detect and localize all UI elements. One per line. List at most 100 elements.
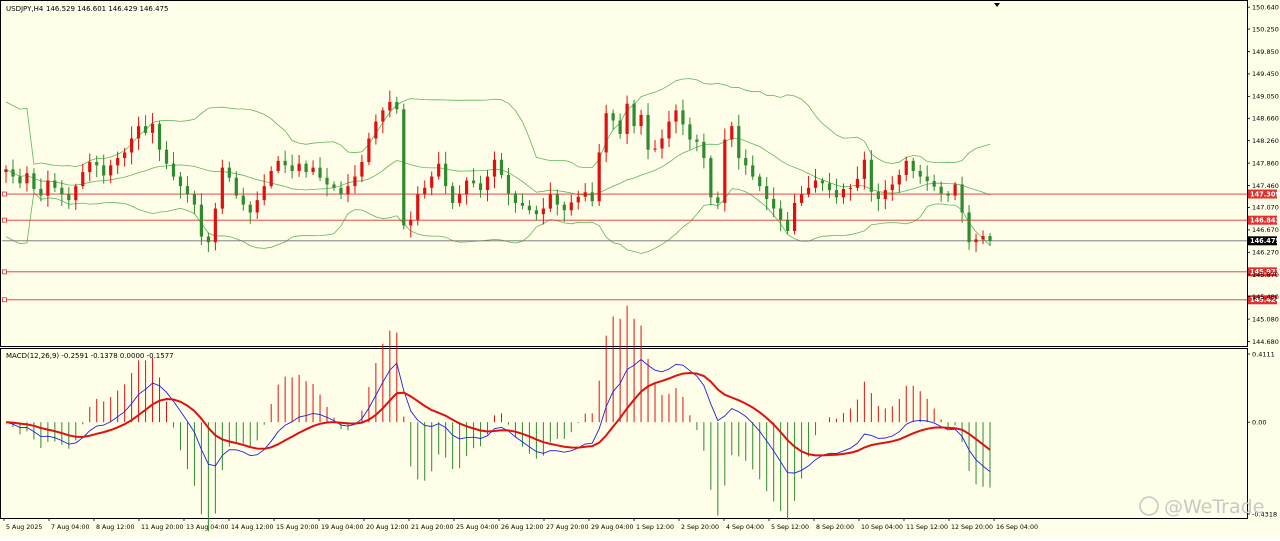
macd-panel <box>5 305 991 532</box>
candle-body <box>241 195 245 205</box>
candle-body <box>423 187 427 195</box>
candles <box>4 90 992 253</box>
candle-body <box>946 193 950 196</box>
candle-body <box>102 165 106 176</box>
candle-body <box>618 120 622 134</box>
candle-body <box>402 109 406 226</box>
candle-body <box>611 113 615 121</box>
candle-body <box>478 183 483 191</box>
candle-body <box>527 205 532 211</box>
candle-body <box>143 126 148 133</box>
price-level-handle <box>2 217 7 223</box>
candle-body <box>199 204 204 237</box>
chart-svg[interactable]: 147.309146.843145.922145.424146.475 150.… <box>0 0 1280 537</box>
candle-body <box>171 163 176 177</box>
watermark-logo: @WeTrade <box>1139 496 1264 518</box>
price-tick-label: 147.070 <box>1252 204 1279 212</box>
candle-body <box>562 204 566 211</box>
candle-body <box>960 184 964 213</box>
time-tick-label: 14 Aug 12:00 <box>231 524 273 531</box>
bollinger-lower <box>5 188 991 254</box>
candle-body <box>332 184 336 188</box>
candle-body <box>353 176 357 187</box>
chart-window[interactable]: 147.309 146.843 145.922 145.424 146.475 150.… <box>0 0 1280 537</box>
candle-body <box>297 163 301 171</box>
candle-body <box>897 174 901 185</box>
candle-body <box>220 167 224 209</box>
candle-body <box>625 103 629 134</box>
candle-body <box>862 159 866 179</box>
time-tick-label: 16 Sep 04:00 <box>996 524 1038 531</box>
candle-body <box>604 113 608 153</box>
candle-body <box>458 194 462 203</box>
candle-body <box>18 176 22 184</box>
candle-body <box>311 167 315 173</box>
candle-body <box>60 187 64 195</box>
candle-body <box>123 152 127 159</box>
candle-body <box>136 126 141 139</box>
candle-body <box>25 173 29 184</box>
time-tick-label: 25 Aug 04:00 <box>456 524 498 531</box>
price-tick-label: 150.640 <box>1252 3 1279 11</box>
candle-body <box>262 186 266 201</box>
candle-body <box>772 199 776 209</box>
candle-body <box>451 186 455 203</box>
candle-body <box>360 162 364 177</box>
candle-body <box>367 138 371 162</box>
symbol-header: USDJPY,H4 <box>6 5 44 13</box>
candle-body <box>388 101 392 111</box>
candle-body <box>374 121 378 139</box>
candle-body <box>799 194 804 203</box>
time-tick-label: 20 Aug 12:00 <box>366 524 408 531</box>
candle-body <box>53 180 57 188</box>
candle-body <box>744 158 748 166</box>
candle-body <box>276 160 280 171</box>
macd-tick-label: 0.00 <box>1252 418 1266 426</box>
candle-body <box>130 138 134 153</box>
candle-body <box>820 180 825 184</box>
candle-body <box>88 162 92 173</box>
price-levels: 147.309146.843145.922145.424146.475 <box>2 189 1280 305</box>
price-axis: 150.640 150.250 149.850 149.450 149.050 148.6… <box>1247 3 1279 346</box>
candle-body <box>255 200 259 213</box>
candle-body <box>32 173 36 189</box>
price-tick-label: 148.660 <box>1252 115 1279 123</box>
candle-body <box>192 194 197 205</box>
candle-body <box>409 219 413 226</box>
time-axis: 5 Aug 2025 7 Aug 04:00 8 Aug 12:00 11 Aug 2… <box>3 518 1038 531</box>
candle-body <box>806 187 811 195</box>
candle-body <box>758 176 762 187</box>
candle-body <box>751 165 755 177</box>
candle-body <box>46 180 50 196</box>
time-tick-label: 13 Aug 04:00 <box>186 524 228 531</box>
time-tick-label: 11 Aug 20:00 <box>141 524 183 531</box>
candle-body <box>674 110 678 122</box>
candle-body <box>953 184 957 196</box>
candle-body <box>485 176 490 191</box>
candle-body <box>4 169 8 173</box>
candle-body <box>444 163 448 187</box>
candle-body <box>813 180 818 188</box>
time-tick-label: 11 Sep 12:00 <box>906 524 948 531</box>
candle-body <box>723 139 727 203</box>
time-tick-label: 4 Sep 04:00 <box>726 524 764 531</box>
candle-body <box>583 192 587 197</box>
candle-body <box>730 126 734 140</box>
candle-body <box>248 204 252 213</box>
candle-body <box>471 180 476 184</box>
candle-body <box>779 208 783 220</box>
candle-body <box>904 160 908 175</box>
candle-body <box>765 186 769 200</box>
price-tick-label: 148.260 <box>1252 137 1279 145</box>
candle-body <box>74 186 78 201</box>
candle-body <box>716 197 720 203</box>
price-level-label: 146.843 <box>1250 217 1280 225</box>
candle-body <box>499 159 504 175</box>
time-tick-label: 1 Sep 12:00 <box>636 524 674 531</box>
candle-body <box>967 212 971 243</box>
candle-body <box>395 101 399 110</box>
time-tick-label: 8 Sep 20:00 <box>816 524 854 531</box>
time-tick-label: 10 Sep 04:00 <box>861 524 903 531</box>
macd-axis: 0.41110.00-0.4318 <box>1247 350 1277 518</box>
candle-body <box>555 194 559 205</box>
